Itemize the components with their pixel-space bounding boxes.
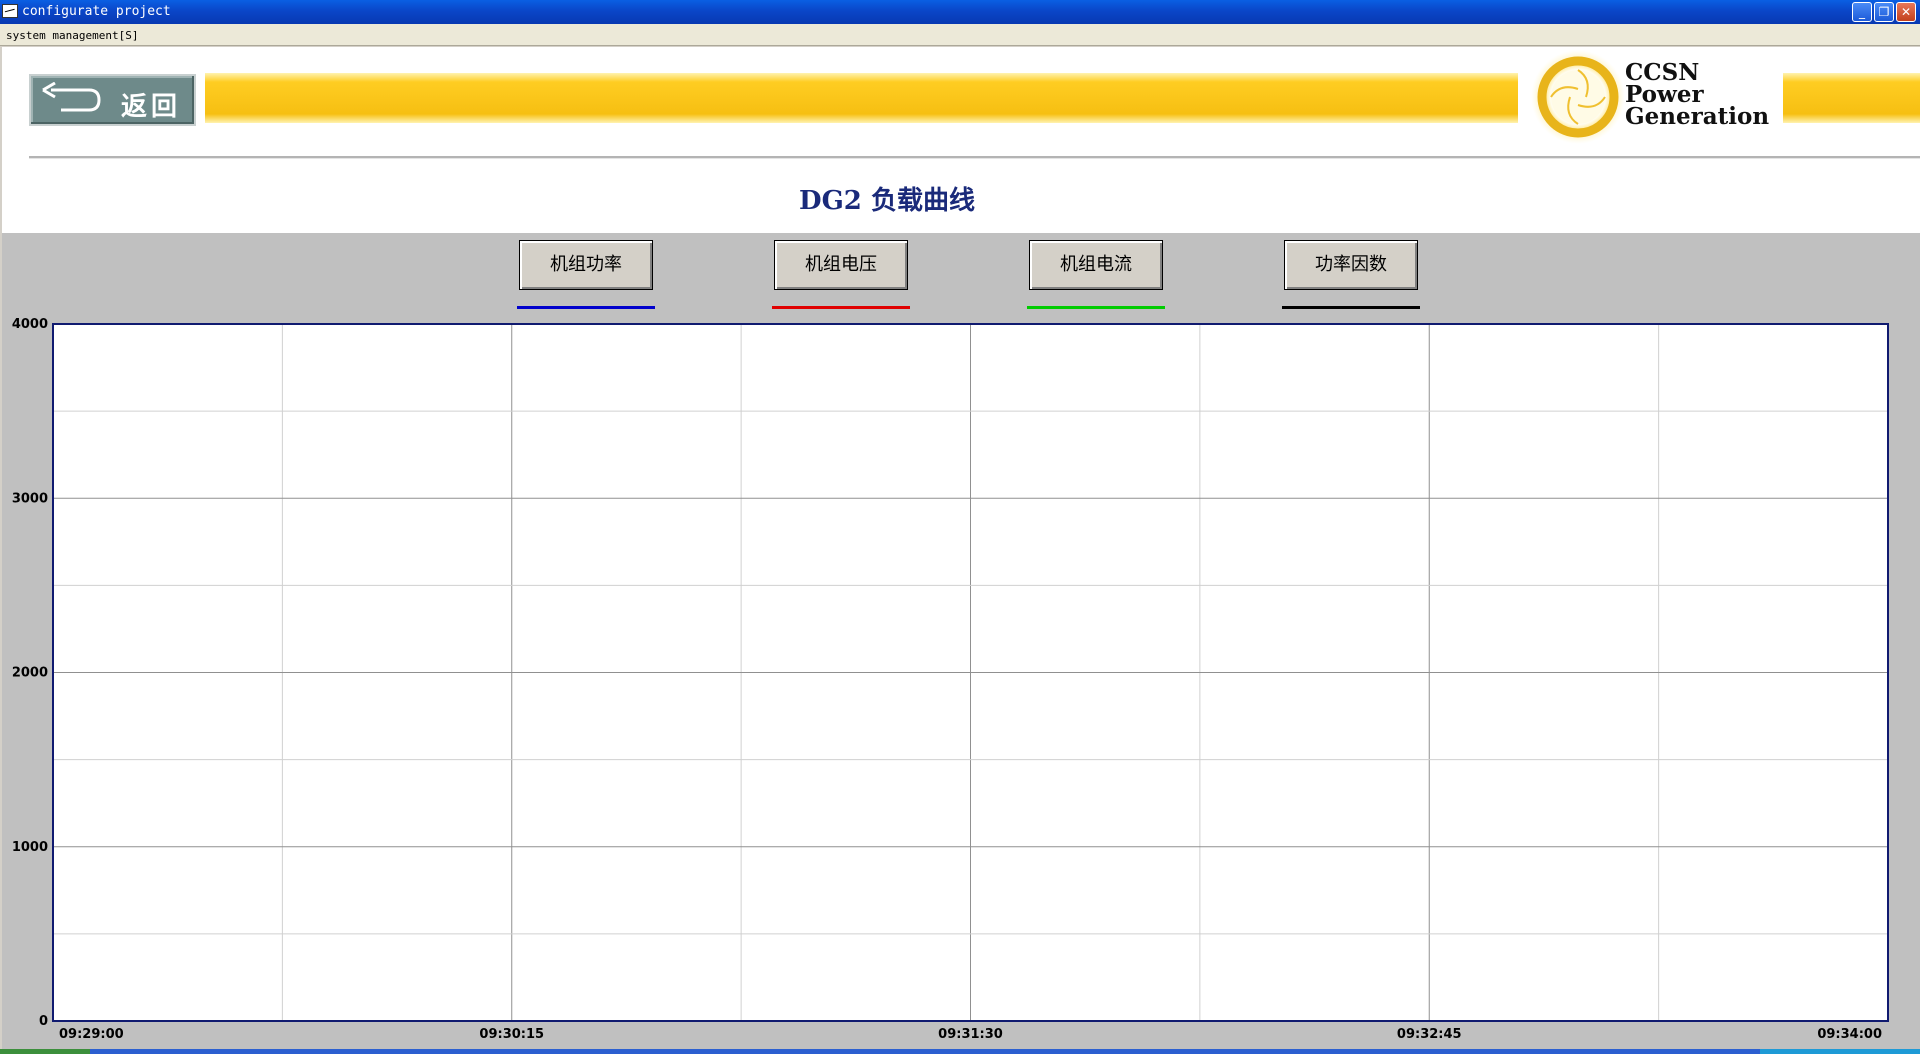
page-title: DG2 负载曲线 [799, 186, 975, 216]
title-bar: configurate project _ ❐ ✕ [0, 0, 1920, 24]
banner-bar-right [1783, 73, 1920, 123]
y-tick-label: 2000 [12, 666, 48, 681]
x-tick-label: 09:31:30 [938, 1027, 1003, 1042]
window-app-icon[interactable] [2, 4, 18, 18]
logo-text: CCSN Power Generation [1625, 61, 1785, 130]
sun-logo-icon [1531, 50, 1625, 144]
content-area: 机组功率 机组电压 机组电流 功率因数 4000 3000 2000 1000 0 09… [2, 233, 1920, 1049]
chart-grid [52, 323, 1889, 1022]
back-button[interactable]: 返回 [29, 74, 196, 126]
chart-x-ticks: 09:29:00 09:30:15 09:31:30 09:32:45 09:34:00 [59, 1027, 1882, 1042]
chart-y-ticks: 4000 3000 2000 1000 0 [12, 317, 48, 1029]
banner-bar-left [205, 73, 1518, 123]
return-arrow-icon [42, 82, 101, 112]
taskbar-strip [0, 1049, 1920, 1054]
close-button[interactable]: ✕ [1896, 2, 1916, 22]
menu-bar: system management[S] [0, 24, 1920, 46]
back-button-label: 返回 [121, 92, 182, 122]
y-tick-label: 0 [39, 1014, 48, 1029]
menu-item-system-management[interactable]: system management[S] [6, 29, 138, 42]
restore-button[interactable]: ❐ [1874, 2, 1894, 22]
minimize-button[interactable]: _ [1852, 2, 1872, 22]
y-tick-label: 1000 [12, 840, 48, 855]
logo-line: Generation [1625, 103, 1770, 130]
y-tick-label: 3000 [12, 491, 48, 506]
x-tick-label: 09:34:00 [1817, 1027, 1882, 1042]
window-title: configurate project [22, 4, 171, 19]
x-tick-label: 09:30:15 [479, 1027, 544, 1042]
x-tick-label: 09:29:00 [59, 1027, 124, 1042]
y-tick-label: 4000 [12, 317, 48, 332]
header: 返回 CCSN Power Generation DG2 负载曲线 [2, 47, 1920, 233]
header-divider [29, 156, 1920, 159]
x-tick-label: 09:32:45 [1397, 1027, 1462, 1042]
load-curve-chart: 4000 3000 2000 1000 0 09:29:00 09:30:15 09:31:… [12, 317, 1889, 1042]
